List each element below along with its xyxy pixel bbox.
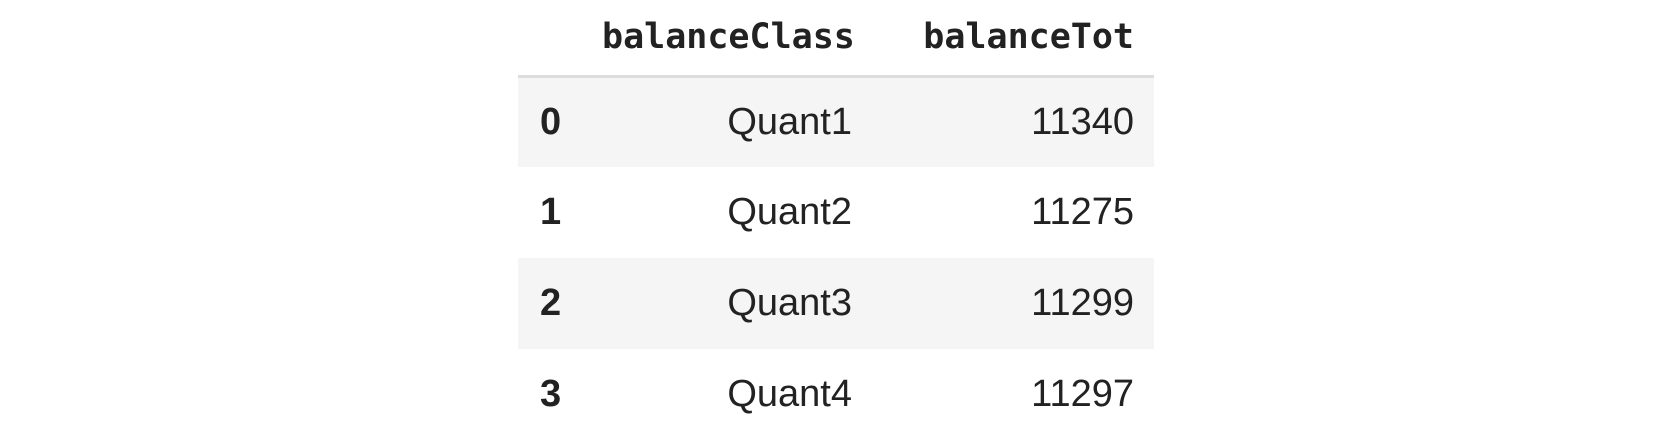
row-index: 3 (540, 373, 562, 415)
cell-balanceClass: Quant4 (727, 373, 852, 415)
cell-balanceTot: 11297 (1031, 373, 1134, 415)
cell-balanceTot: 11340 (1031, 100, 1134, 143)
cell-balanceClass: Quant2 (727, 191, 852, 233)
column-header-balanceClass: balanceClass (602, 0, 872, 78)
table-row: 1 Quant2 11275 (518, 167, 1154, 258)
table-row: 2 Quant3 11299 (518, 258, 1154, 349)
table-header: balanceClass balanceTot (518, 0, 1154, 78)
table-row: 3 Quant4 11297 (518, 349, 1154, 440)
column-header-balanceTot: balanceTot (872, 0, 1154, 78)
header-row: balanceClass balanceTot (518, 0, 1154, 78)
table-body: 0 Quant1 11340 1 Quant2 11275 2 Quant3 1… (518, 76, 1154, 440)
row-index: 0 (540, 100, 562, 143)
table-row: 0 Quant1 11340 (518, 76, 1154, 167)
row-index: 1 (540, 191, 562, 233)
cell-balanceTot: 11275 (1031, 191, 1134, 233)
cell-balanceTot: 11299 (1031, 282, 1134, 324)
cell-balanceClass: Quant3 (727, 282, 852, 324)
cell-balanceClass: Quant1 (727, 100, 852, 143)
dataframe-table: balanceClass balanceTot 0 Quant1 11340 1… (518, 0, 1154, 440)
row-index: 2 (540, 282, 562, 324)
index-column-header (518, 0, 602, 78)
